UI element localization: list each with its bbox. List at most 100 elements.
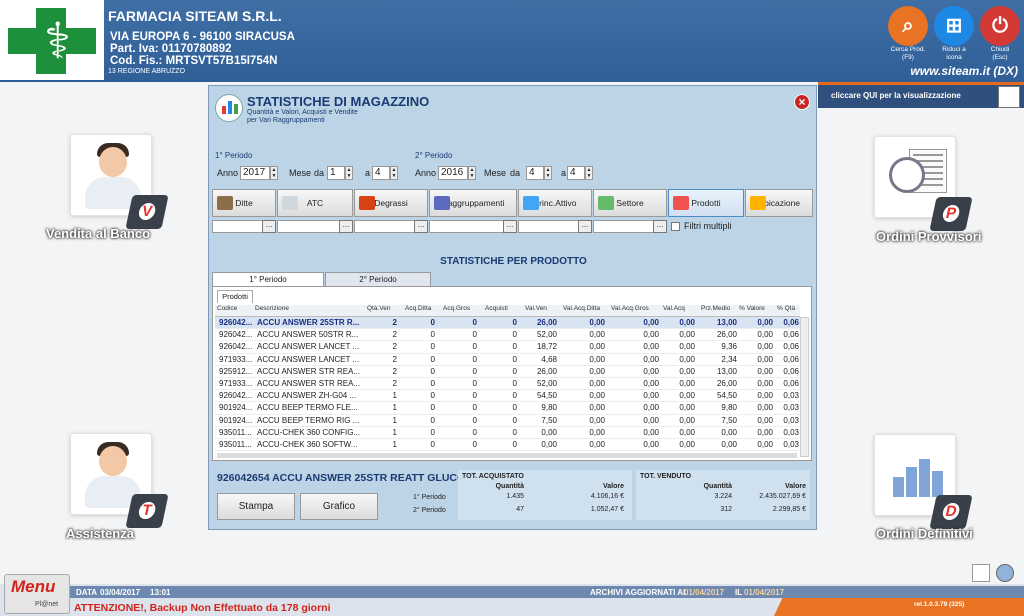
raggruppamenti-filter[interactable]: ... xyxy=(429,220,517,233)
table-cell: 2 xyxy=(392,318,397,327)
princ-attivo-filter[interactable]: ... xyxy=(518,220,592,233)
vendita-tile[interactable]: V xyxy=(70,134,169,229)
table-cell: 2 xyxy=(392,366,397,376)
p2-da-spinner[interactable]: ▲ ▼ xyxy=(544,166,552,180)
settings-globe-icon[interactable] xyxy=(996,564,1014,582)
raggruppamenti-button[interactable]: Raggruppamenti xyxy=(429,189,517,217)
group-icon xyxy=(434,196,450,210)
table-row[interactable]: 901924... ACCU BEEP TERMO RIG ... 1 0 0 0 7,50… xyxy=(215,415,800,427)
grid-horizontal-scrollbar[interactable] xyxy=(217,453,797,458)
settore-filter[interactable]: ... xyxy=(593,220,667,233)
settore-filter-browse-button[interactable]: ... xyxy=(653,220,667,233)
prodotti-button[interactable]: Prodotti xyxy=(668,189,744,217)
calendar-icon[interactable] xyxy=(972,564,990,582)
ordini-definitivi-label[interactable]: Ordini Definitivi xyxy=(876,526,973,541)
p1-anno-input[interactable]: 2017 xyxy=(240,166,270,180)
table-row[interactable]: 926042... ACCU ANSWER LANCET ... 2 0 0 0 18,72… xyxy=(215,341,800,354)
raggruppamenti-filter-browse-button[interactable]: ... xyxy=(503,220,517,233)
table-cell: 0,06 xyxy=(783,354,799,364)
p2-anno-spinner[interactable]: ▲ ▼ xyxy=(468,166,476,180)
degrassi-filter-browse-button[interactable]: ... xyxy=(414,220,428,233)
col-val-acq[interactable]: Val.Acq xyxy=(663,305,685,317)
table-row[interactable]: 925912... ACCU ANSWER STR REA... 2 0 0 0 26,00… xyxy=(215,366,800,378)
col-qta-ven[interactable]: Qtà.Ven xyxy=(367,305,391,317)
menu-button[interactable]: Menu Pl@net xyxy=(4,574,70,614)
col-codice[interactable]: Codice xyxy=(217,305,237,317)
p2-a-input[interactable]: 4 xyxy=(567,166,585,180)
tot-venduto-box: TOT. VENDUTO Quantità Valore 3.224 2.435… xyxy=(636,470,810,520)
assistenza-tile[interactable]: T xyxy=(70,433,169,528)
settore-button[interactable]: Settore xyxy=(593,189,667,217)
tab-period1[interactable]: 1° Periodo xyxy=(212,272,324,286)
p2-a-label: a xyxy=(561,168,567,178)
table-row[interactable]: 926042... ACCU ANSWER 25STR R... 2 0 0 0 26,00… xyxy=(215,317,800,330)
table-row[interactable]: 926042... ACCU ANSWER 50STR R... 2 0 0 0 52,00… xyxy=(215,329,800,342)
col-perc-valore[interactable]: % Valore xyxy=(739,305,765,317)
table-row[interactable]: 935011... ACCU-CHEK 360 CONFIG... 1 0 0 0 0,00… xyxy=(215,427,800,439)
acq-v2: 1.052,47 € xyxy=(590,506,624,513)
col-acq-gros[interactable]: Acq.Gros xyxy=(443,305,470,317)
table-row[interactable]: 971933... ACCU ANSWER LANCET ... 2 0 0 0 4,68 0… xyxy=(215,354,800,366)
princ-attivo-button[interactable]: Princ.Attivo xyxy=(518,189,592,217)
table-cell: 1 xyxy=(392,391,397,401)
tab-period2[interactable]: 2° Periodo xyxy=(325,272,431,286)
table-row[interactable]: 971933... ACCU ANSWER STR REA... 2 0 0 0 52,00… xyxy=(215,378,800,391)
table-cell: 1 xyxy=(392,415,397,425)
p1-a-spinner[interactable]: ▲ ▼ xyxy=(390,166,398,180)
search-product-button[interactable]: ⌕ xyxy=(888,6,928,46)
website-link[interactable]: www.siteam.it (DX) xyxy=(910,64,1018,78)
table-cell: 0,00 xyxy=(589,415,605,425)
vendita-label[interactable]: Vendita al Banco xyxy=(46,226,150,241)
col-acq-ditta[interactable]: Acq.Ditta xyxy=(405,305,431,317)
ordini-provvisori-label[interactable]: Ordini Provvisori xyxy=(876,229,981,244)
col-val-acq-ditta[interactable]: Val.Acq.Ditta xyxy=(563,305,600,317)
table-row[interactable]: 901924... ACCU BEEP TERMO FLE... 1 0 0 0 9,80 0… xyxy=(215,402,800,415)
filtri-multipli-checkbox[interactable] xyxy=(671,222,680,231)
p1-da-input[interactable]: 1 xyxy=(327,166,345,180)
acq-q1: 1.435 xyxy=(506,493,524,500)
minimize-button[interactable]: ⊞ xyxy=(934,6,974,46)
p1-anno-spinner[interactable]: ▲ ▼ xyxy=(270,166,278,180)
atc-filter-browse-button[interactable]: ... xyxy=(339,220,353,233)
col-val-ven[interactable]: Val.Ven xyxy=(525,305,547,317)
ordini-provvisori-tile[interactable]: P xyxy=(874,136,973,231)
ditte-filter[interactable]: ... xyxy=(212,220,276,233)
degrassi-button[interactable]: Degrassi xyxy=(354,189,428,217)
statistiche-window: STATISTICHE DI MAGAZZINO Quantità e Valo… xyxy=(208,85,817,530)
subtab-prodotti[interactable]: Prodotti xyxy=(217,290,253,303)
assistenza-label[interactable]: Assistenza xyxy=(66,526,134,541)
p1-a-input[interactable]: 4 xyxy=(372,166,390,180)
table-cell: 935011... xyxy=(219,440,252,449)
stampa-button[interactable]: Stampa xyxy=(217,493,295,520)
ven-q1: 3.224 xyxy=(714,493,732,500)
ditte-filter-browse-button[interactable]: ... xyxy=(262,220,276,233)
col-descrizione[interactable]: Descrizione xyxy=(255,305,289,317)
princ-attivo-filter-browse-button[interactable]: ... xyxy=(578,220,592,233)
table-row[interactable]: 935011... ACCU-CHEK 360 SOFTW... 1 0 0 0 0,00 0… xyxy=(215,439,800,452)
degrassi-filter[interactable]: ... xyxy=(354,220,428,233)
grid-vertical-scrollbar[interactable] xyxy=(800,317,809,457)
table-cell: 0 xyxy=(430,354,435,364)
atc-filter[interactable]: ... xyxy=(277,220,353,233)
p2-anno-input[interactable]: 2016 xyxy=(438,166,468,180)
p2-da-input[interactable]: 4 xyxy=(526,166,544,180)
tot-acquistato-title: TOT. ACQUISTATO xyxy=(462,473,524,480)
ven-v1: 2.435.027,69 € xyxy=(759,493,806,500)
p1-da-spinner[interactable]: ▲ ▼ xyxy=(345,166,353,180)
visualization-banner[interactable]: cliccare QUI per la visualizzazione xyxy=(818,82,1024,108)
p2-a-spinner[interactable]: ▲ ▼ xyxy=(585,166,593,180)
data-value: 03/04/2017 xyxy=(100,588,141,597)
table-cell: 0 xyxy=(472,427,477,437)
table-row[interactable]: 926042... ACCU ANSWER ZH-G04 ... 1 0 0 0 54,50… xyxy=(215,390,800,403)
close-window-button[interactable]: × xyxy=(794,94,810,110)
col-acquisti[interactable]: Acquisti xyxy=(485,305,508,317)
col-val-acq-gros[interactable]: Val.Acq.Gros xyxy=(611,305,649,317)
col-perc-qta[interactable]: % Qtà xyxy=(777,305,795,317)
close-app-button[interactable]: ⏻ xyxy=(980,6,1020,46)
ditte-button[interactable]: Ditte xyxy=(212,189,276,217)
grafico-button[interactable]: Grafico xyxy=(300,493,378,520)
atc-button[interactable]: ATC xyxy=(277,189,353,217)
col-prz-medio[interactable]: Prz.Medio xyxy=(701,305,730,317)
ubicazione-button[interactable]: Ubicazione xyxy=(745,189,813,217)
ordini-definitivi-tile[interactable]: D xyxy=(874,434,973,529)
